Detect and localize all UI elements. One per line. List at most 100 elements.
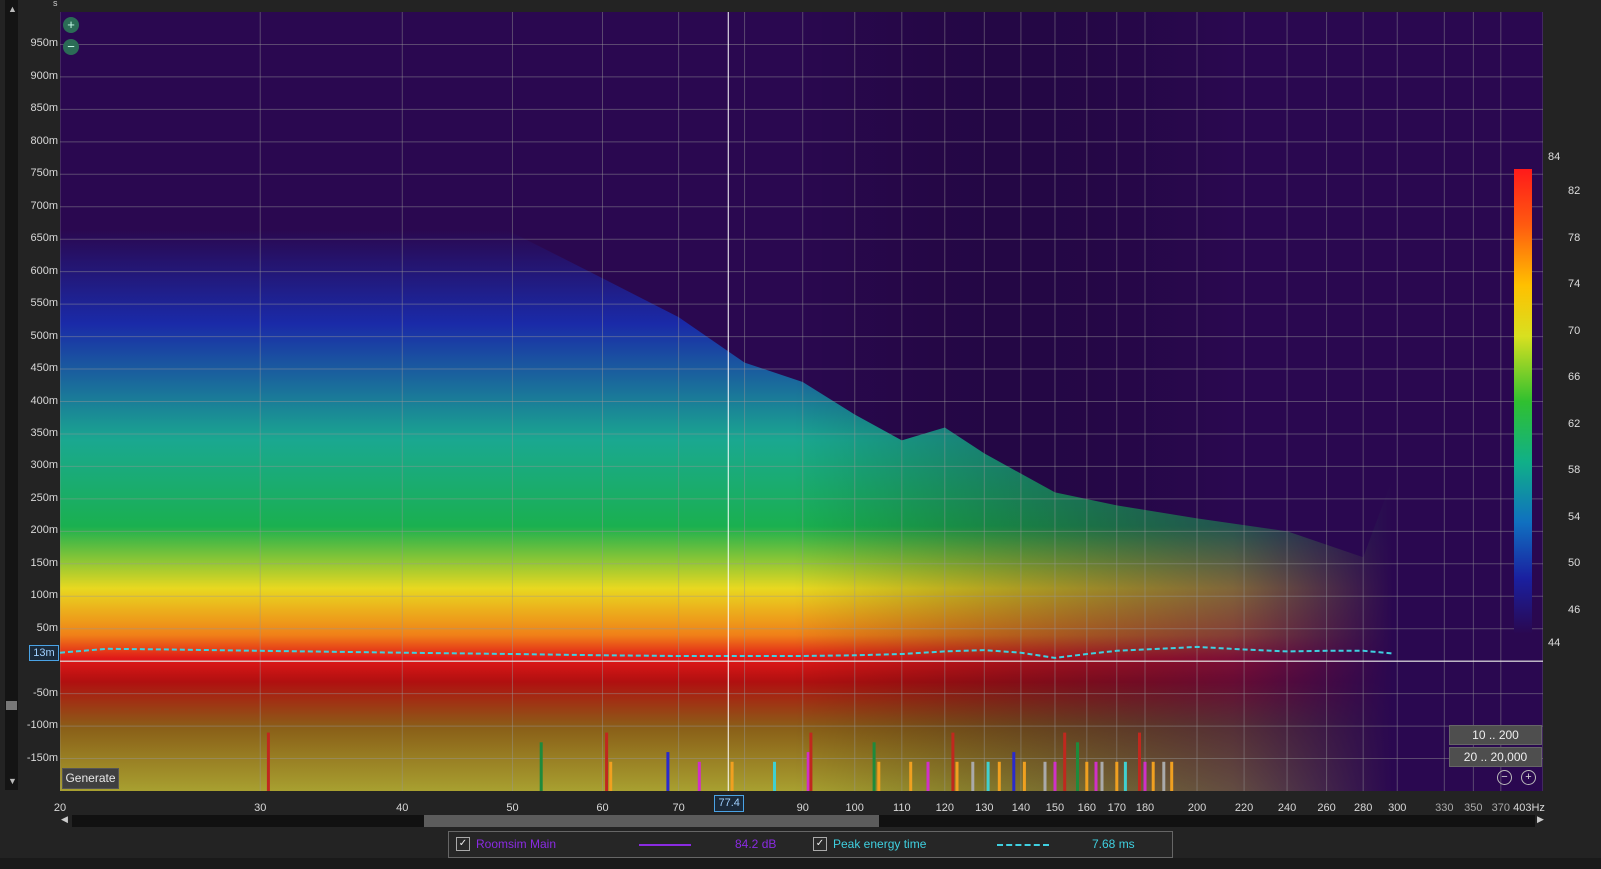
- y-tick-label: 800m: [30, 134, 58, 147]
- x-tick-label: 200: [1187, 802, 1207, 814]
- y-tick-label: 750m: [30, 167, 58, 180]
- scroll-left-arrow-icon[interactable]: ◀: [61, 814, 68, 825]
- x-tick-label: 20: [53, 802, 67, 814]
- y-tick-label: 900m: [30, 69, 58, 82]
- y-tick-label: 950m: [30, 37, 58, 50]
- legend-swatch-roomsim-main: [639, 844, 691, 846]
- color-scale-label: 54: [1568, 510, 1581, 523]
- x-tick-label: 40: [396, 802, 409, 814]
- mode-marker: [697, 761, 701, 791]
- mode-marker: [1012, 752, 1016, 791]
- x-tick-label: 100: [845, 802, 864, 814]
- horizontal-scroll-thumb[interactable]: [424, 815, 879, 827]
- x-tick-label: 300: [1388, 802, 1407, 814]
- mode-marker: [609, 761, 613, 791]
- mode-marker: [539, 742, 543, 791]
- mode-marker: [986, 761, 990, 791]
- color-scale-label: 84: [1548, 151, 1561, 163]
- y-tick-label: 500m: [30, 329, 58, 342]
- zoom-in-x-icon[interactable]: +: [1521, 770, 1536, 785]
- mode-marker: [926, 761, 930, 791]
- x-tick-label: 30: [254, 802, 267, 814]
- x-tick-label: 120: [935, 802, 954, 814]
- mode-marker: [951, 732, 955, 791]
- cursor-frequency-readout: 77.4: [714, 795, 745, 812]
- mode-marker: [1085, 761, 1089, 791]
- x-tick-label: 130: [975, 802, 994, 814]
- x-tick-label: 90: [796, 802, 809, 814]
- y-tick-label: 250m: [30, 491, 58, 504]
- generate-button[interactable]: Generate: [62, 768, 119, 789]
- mode-marker: [872, 742, 876, 791]
- mode-marker: [1094, 761, 1098, 791]
- y-tick-label: 850m: [30, 102, 58, 115]
- mode-marker: [730, 761, 734, 791]
- mode-marker: [1138, 732, 1141, 791]
- legend-value-peak-energy-time: 7.68 ms: [1092, 837, 1135, 851]
- legend-value-roomsim-main: 84.2 dB: [735, 837, 777, 851]
- spectrogram-chart[interactable]: [60, 12, 1543, 791]
- y-axis-labels: 950m 900m 850m 800m 750m 700m 650m 600m 550m 500m…: [0, 0, 58, 800]
- y-tick-label: -150m: [26, 751, 58, 764]
- zoom-out-x-icon[interactable]: −: [1497, 770, 1512, 785]
- y-tick-label: 650m: [30, 232, 58, 245]
- x-tick-label: 60: [596, 802, 609, 814]
- mode-marker: [1162, 761, 1166, 791]
- x-tick-label: 170: [1107, 802, 1126, 814]
- x-tick-label: 403Hz: [1513, 802, 1545, 814]
- y-tick-label: -50m: [32, 686, 58, 699]
- mode-marker: [666, 752, 670, 791]
- color-scale-label: 50: [1568, 557, 1581, 570]
- y-tick-label: -100m: [26, 719, 58, 732]
- roomsim-main-checkbox[interactable]: ✓: [456, 837, 470, 851]
- mode-marker: [809, 732, 813, 791]
- legend-label-peak-energy-time: Peak energy time: [833, 837, 927, 851]
- mode-marker: [1063, 732, 1067, 791]
- mode-marker: [1043, 761, 1047, 791]
- x-tick-label: 370: [1491, 802, 1510, 814]
- mode-marker: [877, 761, 881, 791]
- mode-marker: [1151, 761, 1155, 791]
- color-scale-label: 58: [1568, 464, 1581, 477]
- x-tick-label: 110: [893, 802, 911, 814]
- color-scale-label: 82: [1568, 185, 1581, 198]
- x-tick-label: 140: [1011, 802, 1031, 814]
- y-tick-label: 150m: [30, 556, 58, 569]
- time-marker-readout: 13m: [29, 644, 59, 661]
- range-20-20000-button[interactable]: 20 .. 20,000: [1449, 747, 1542, 767]
- mode-marker: [1115, 761, 1119, 791]
- x-tick-label: 260: [1317, 802, 1336, 814]
- x-tick-label: 180: [1135, 802, 1155, 814]
- horizontal-scrollbar[interactable]: [72, 815, 1535, 827]
- mode-marker: [806, 752, 810, 791]
- color-scale-label: 74: [1568, 278, 1581, 291]
- plot-area[interactable]: [60, 12, 1543, 791]
- mode-marker: [773, 761, 776, 791]
- mode-marker: [955, 761, 959, 791]
- x-tick-label: 330: [1435, 802, 1454, 814]
- zoom-in-icon[interactable]: +: [63, 17, 79, 33]
- color-scale-bar: [1514, 169, 1532, 634]
- mode-marker: [909, 761, 913, 791]
- x-tick-label: 70: [672, 802, 685, 814]
- zoom-out-icon[interactable]: −: [63, 39, 79, 55]
- y-tick-label: 700m: [30, 199, 58, 212]
- y-tick-label: 450m: [30, 362, 58, 375]
- color-scale-label: 66: [1568, 371, 1581, 384]
- mode-marker: [1076, 742, 1079, 791]
- mode-marker: [997, 761, 1001, 791]
- color-scale-label: 62: [1568, 417, 1581, 430]
- color-scale-label: 70: [1568, 324, 1581, 337]
- x-tick-label: 350: [1464, 802, 1483, 814]
- peak-energy-time-checkbox[interactable]: ✓: [813, 837, 827, 851]
- x-tick-label: 240: [1277, 802, 1297, 814]
- range-10-200-button[interactable]: 10 .. 200: [1449, 725, 1542, 745]
- legend-bar: ✓ Roomsim Main 84.2 dB ✓ Peak energy tim…: [448, 831, 1173, 858]
- color-scale-label: 44: [1548, 637, 1561, 649]
- y-tick-label: 600m: [30, 264, 58, 277]
- y-tick-label: 200m: [30, 524, 58, 537]
- scroll-right-arrow-icon[interactable]: ▶: [1537, 814, 1544, 825]
- color-scale-label: 46: [1568, 603, 1581, 616]
- mode-marker: [266, 732, 270, 791]
- x-tick-label: 150: [1045, 802, 1065, 814]
